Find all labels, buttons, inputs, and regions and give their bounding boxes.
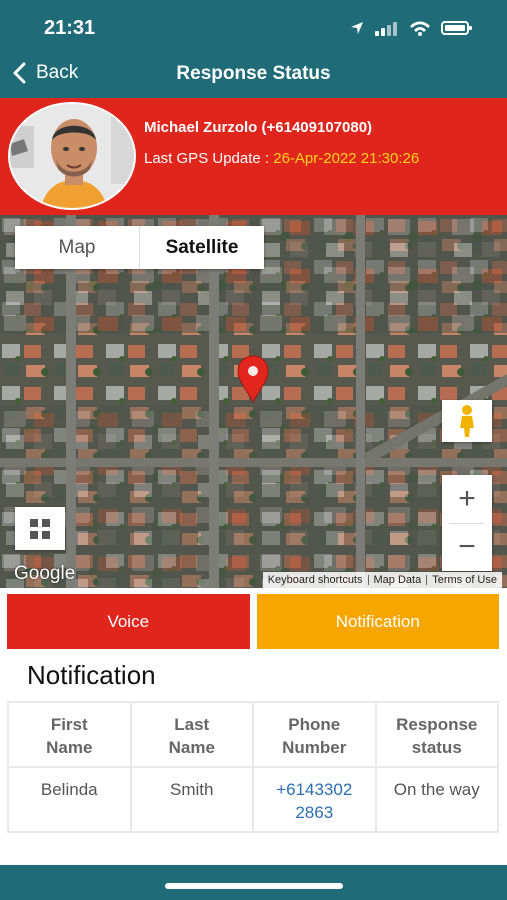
status-icons	[349, 20, 473, 36]
response-actions: Voice Notification	[7, 594, 499, 649]
response-status-cell: On the way	[374, 766, 499, 833]
last-name-cell: Smith	[129, 766, 254, 833]
table-header-row: First Name Last Name Phone Number Respon…	[7, 701, 499, 768]
zoom-out-button[interactable]: −	[442, 523, 492, 571]
header-line: Last	[174, 715, 210, 734]
location-marker-icon[interactable]	[234, 355, 272, 408]
tab-map[interactable]: Map	[15, 226, 139, 269]
map-view[interactable]: Map Satellite + − Google Keyboard shortc…	[0, 215, 507, 588]
status-time: 21:31	[44, 17, 96, 39]
map-data-link[interactable]: Map Data	[369, 574, 427, 586]
zoom-out-icon: −	[458, 530, 476, 564]
bottom-bar	[0, 865, 507, 900]
table-row: Belinda Smith +6143302 2863 On the way	[7, 766, 499, 833]
header-line: Response	[396, 715, 478, 734]
street-view-button[interactable]	[442, 400, 492, 442]
pegman-icon	[460, 405, 474, 437]
cellular-signal-icon	[375, 22, 397, 36]
home-indicator[interactable]	[165, 883, 343, 889]
map-layers-icon	[30, 518, 50, 539]
responder-profile: Michael Zurzolo (+61409107080) Last GPS …	[0, 98, 507, 215]
location-arrow-icon	[351, 22, 363, 34]
notification-button[interactable]: Notification	[256, 594, 499, 649]
header-line: Number	[282, 738, 347, 757]
phone-number-header: Phone Number	[252, 701, 377, 768]
first-name-header: First Name	[7, 701, 132, 768]
first-name-cell: Belinda	[7, 766, 132, 833]
zoom-controls: + −	[442, 475, 492, 571]
zoom-in-icon: +	[458, 481, 476, 515]
header-line: Name	[46, 738, 93, 757]
page-title: Response Status	[176, 63, 331, 84]
notification-table-container: First Name Last Name Phone Number Respon…	[7, 701, 499, 833]
wifi-icon	[410, 21, 430, 36]
phone-part: +6143302	[276, 780, 353, 799]
gps-label: Last GPS Update :	[144, 150, 274, 167]
terms-of-use-link[interactable]: Terms of Use	[427, 574, 502, 586]
gps-date: 26-Apr-2022 21:30:26	[273, 150, 420, 167]
response-status-header: Response status	[374, 701, 499, 768]
header-line: status	[411, 738, 462, 757]
gps-update: Last GPS Update : 26-Apr-2022 21:30:26	[144, 150, 419, 167]
navigation-bar: Back Response Status	[0, 50, 507, 98]
google-logo: Google	[14, 563, 76, 584]
header-line: First	[50, 715, 88, 734]
notification-title: Notification	[27, 660, 156, 690]
voice-button[interactable]: Voice	[7, 594, 250, 649]
header-line: Name	[168, 738, 215, 757]
map-attribution: Keyboard shortcuts Map Data Terms of Use	[262, 572, 502, 588]
header-line: Phone	[288, 715, 341, 734]
status-bar: 21:31	[0, 0, 507, 50]
zoom-in-button[interactable]: +	[442, 475, 492, 523]
phone-part: 2863	[295, 803, 334, 822]
tab-satellite[interactable]: Satellite	[139, 226, 264, 269]
responder-name: Michael Zurzolo (+61409107080)	[144, 119, 373, 136]
map-layers-button[interactable]	[15, 507, 65, 550]
map-type-tabs: Map Satellite	[15, 226, 264, 269]
avatar	[8, 102, 136, 210]
last-name-header: Last Name	[129, 701, 254, 768]
notification-table: First Name Last Name Phone Number Respon…	[7, 701, 499, 833]
phone-number-link[interactable]: +6143302 2863	[252, 766, 377, 833]
keyboard-shortcuts-link[interactable]: Keyboard shortcuts	[263, 574, 368, 586]
battery-icon	[441, 21, 472, 35]
